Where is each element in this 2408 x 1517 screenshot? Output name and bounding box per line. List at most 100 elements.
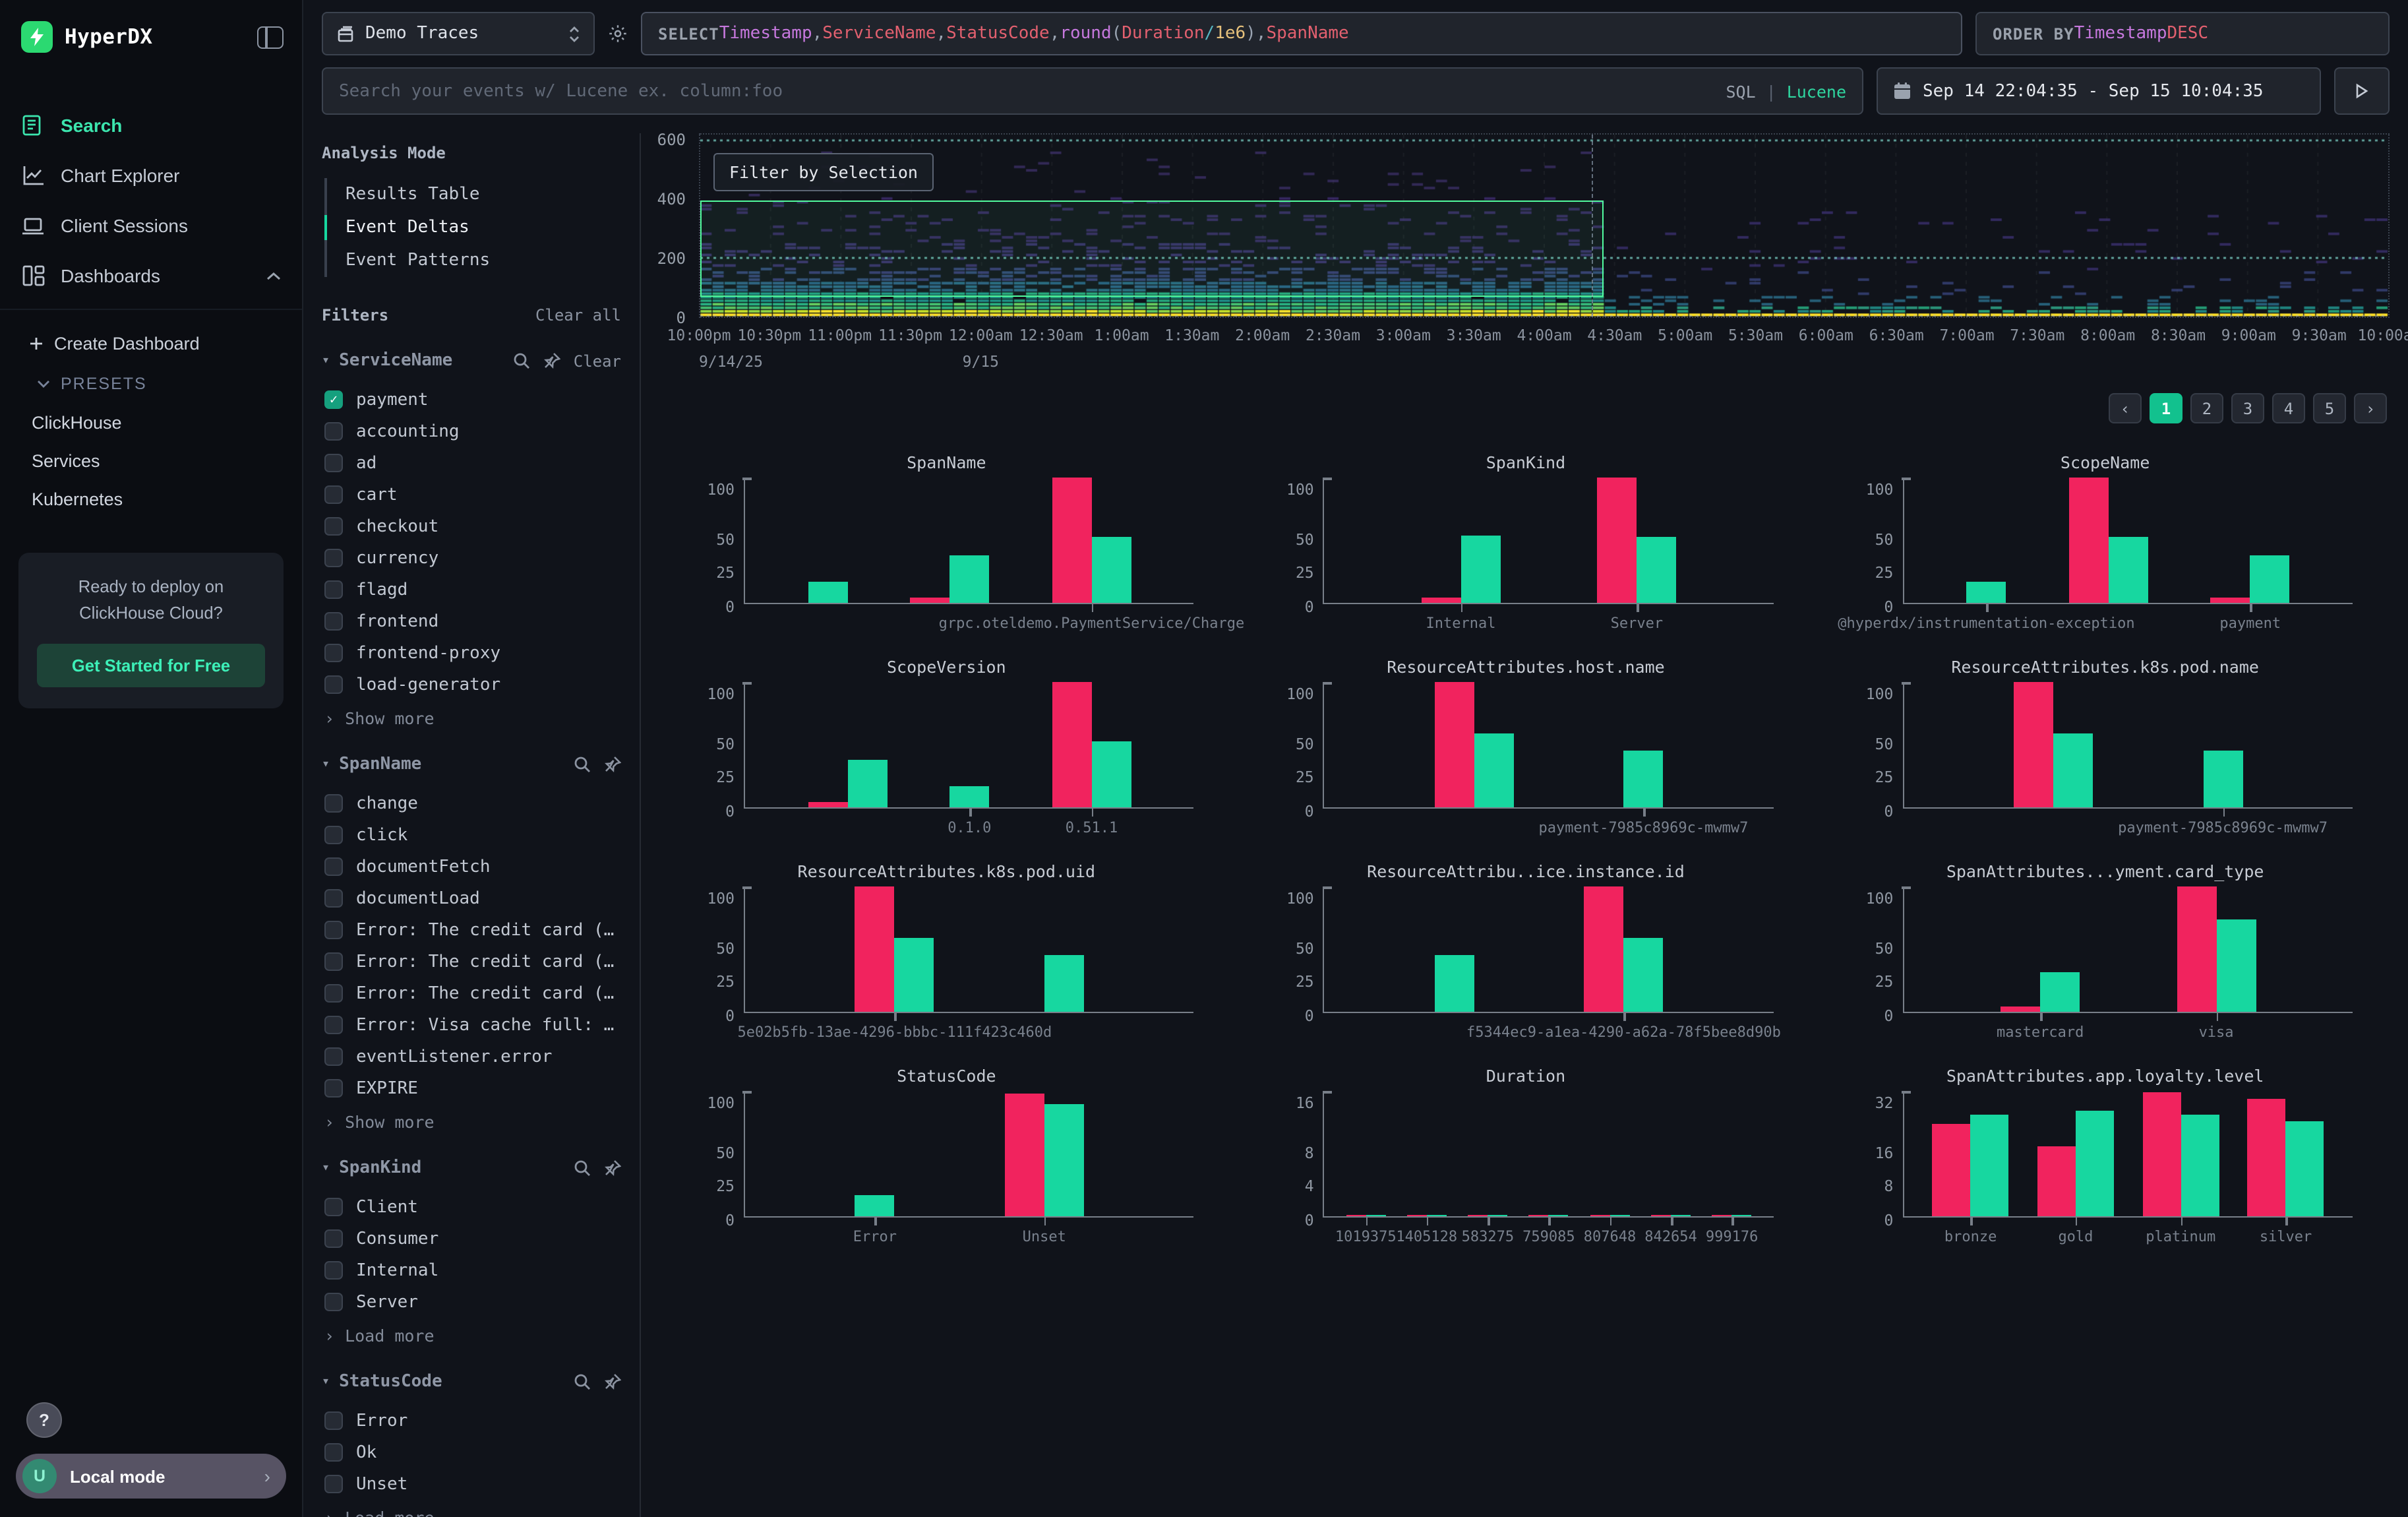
checkbox[interactable] xyxy=(324,984,343,1003)
filter-checkbox-documentfetch[interactable]: documentFetch xyxy=(322,851,621,882)
filter-checkbox-flagd[interactable]: flagd xyxy=(322,574,621,605)
date-range-picker[interactable]: Sep 14 22:04:35 - Sep 15 10:04:35 xyxy=(1877,67,2321,115)
checkbox[interactable] xyxy=(324,826,343,844)
pin-icon[interactable] xyxy=(604,756,621,773)
checkbox[interactable] xyxy=(324,952,343,971)
checkbox[interactable] xyxy=(324,422,343,441)
checkbox[interactable] xyxy=(324,454,343,472)
sidebar-item-search[interactable]: Search xyxy=(0,100,302,150)
filter-checkbox-client[interactable]: Client xyxy=(322,1191,621,1223)
checkbox[interactable] xyxy=(324,1443,343,1462)
chevron-down-icon[interactable]: ▾ xyxy=(322,1161,330,1175)
page-5-button[interactable]: 5 xyxy=(2313,393,2346,423)
filter-checkbox-ad[interactable]: ad xyxy=(322,447,621,479)
filter-checkbox-error-visa-cache-full-[interactable]: Error: Visa cache full: … xyxy=(322,1009,621,1041)
checkbox[interactable] xyxy=(324,1079,343,1098)
filter-checkbox-documentload[interactable]: documentLoad xyxy=(322,882,621,914)
heatmap-canvas[interactable] xyxy=(700,135,2388,317)
search-input[interactable] xyxy=(339,81,1726,101)
checkbox[interactable] xyxy=(324,857,343,876)
checkbox[interactable] xyxy=(324,921,343,939)
sidebar-item-clickhouse[interactable]: ClickHouse xyxy=(0,404,302,442)
orderby-clause-input[interactable]: ORDER BY Timestamp DESC xyxy=(1975,12,2390,55)
filter-checkbox-cart[interactable]: cart xyxy=(322,479,621,511)
checkbox-checked[interactable]: ✓ xyxy=(324,390,343,409)
filter-checkbox-error-the-credit-card-[interactable]: Error: The credit card (… xyxy=(322,977,621,1009)
filter-checkbox-internal[interactable]: Internal xyxy=(322,1254,621,1286)
checkbox[interactable] xyxy=(324,794,343,813)
checkbox[interactable] xyxy=(324,1229,343,1248)
checkbox[interactable] xyxy=(324,1411,343,1430)
page-3-button[interactable]: 3 xyxy=(2231,393,2264,423)
checkbox[interactable] xyxy=(324,1198,343,1216)
sql-toggle[interactable]: SQL xyxy=(1726,81,1755,101)
filter-checkbox-payment[interactable]: ✓payment xyxy=(322,384,621,416)
checkbox[interactable] xyxy=(324,1475,343,1493)
filter-checkbox-accounting[interactable]: accounting xyxy=(322,416,621,447)
clear-filter-button[interactable]: Clear xyxy=(574,352,621,370)
sidebar-collapse-icon[interactable] xyxy=(257,26,284,48)
pin-icon[interactable] xyxy=(543,352,560,369)
filter-checkbox-ok[interactable]: Ok xyxy=(322,1437,621,1468)
help-button[interactable]: ? xyxy=(26,1402,62,1438)
tab-event-deltas[interactable]: Event Deltas xyxy=(327,211,621,244)
checkbox[interactable] xyxy=(324,517,343,536)
filter-show-more-button[interactable]: ›Show more xyxy=(322,700,621,728)
search-icon[interactable] xyxy=(574,756,591,773)
get-started-button[interactable]: Get Started for Free xyxy=(37,643,265,687)
sidebar-item-client-sessions[interactable]: Client Sessions xyxy=(0,201,302,251)
filter-checkbox-frontend-proxy[interactable]: frontend-proxy xyxy=(322,637,621,669)
filter-checkbox-load-generator[interactable]: load-generator xyxy=(322,669,621,700)
pin-icon[interactable] xyxy=(604,1160,621,1177)
filter-checkbox-change[interactable]: change xyxy=(322,788,621,819)
source-select[interactable]: Demo Traces xyxy=(322,12,595,55)
filter-checkbox-server[interactable]: Server xyxy=(322,1286,621,1318)
page-4-button[interactable]: 4 xyxy=(2272,393,2305,423)
filter-checkbox-currency[interactable]: currency xyxy=(322,542,621,574)
checkbox[interactable] xyxy=(324,612,343,631)
checkbox[interactable] xyxy=(324,1016,343,1034)
checkbox[interactable] xyxy=(324,549,343,567)
chevron-down-icon[interactable]: ▾ xyxy=(322,1375,330,1389)
filter-checkbox-frontend[interactable]: frontend xyxy=(322,605,621,637)
filter-load-more-button[interactable]: ›Load more xyxy=(322,1500,621,1517)
clear-all-filters-button[interactable]: Clear all xyxy=(535,306,621,325)
checkbox[interactable] xyxy=(324,1047,343,1066)
checkbox[interactable] xyxy=(324,675,343,694)
gear-icon[interactable] xyxy=(608,24,628,44)
page-prev-button[interactable]: ‹ xyxy=(2109,393,2142,423)
tab-results-table[interactable]: Results Table xyxy=(327,178,621,211)
sidebar-item-services[interactable]: Services xyxy=(0,442,302,480)
filter-show-more-button[interactable]: ›Show more xyxy=(322,1104,621,1132)
filter-checkbox-error-the-credit-card-[interactable]: Error: The credit card (… xyxy=(322,946,621,977)
checkbox[interactable] xyxy=(324,644,343,662)
filter-checkbox-unset[interactable]: Unset xyxy=(322,1468,621,1500)
page-1-button[interactable]: 1 xyxy=(2150,393,2182,423)
checkbox[interactable] xyxy=(324,889,343,908)
presets-toggle[interactable]: PRESETS xyxy=(0,364,302,404)
pin-icon[interactable] xyxy=(604,1373,621,1390)
checkbox[interactable] xyxy=(324,1293,343,1311)
lucene-toggle[interactable]: Lucene xyxy=(1787,81,1846,101)
search-icon[interactable] xyxy=(574,1160,591,1177)
checkbox[interactable] xyxy=(324,580,343,599)
sidebar-item-kubernetes[interactable]: Kubernetes xyxy=(0,480,302,518)
filter-checkbox-error[interactable]: Error xyxy=(322,1405,621,1437)
page-next-button[interactable]: › xyxy=(2354,393,2387,423)
chevron-down-icon[interactable]: ▾ xyxy=(322,757,330,772)
filter-checkbox-consumer[interactable]: Consumer xyxy=(322,1223,621,1254)
filter-load-more-button[interactable]: ›Load more xyxy=(322,1318,621,1346)
filter-checkbox-eventlistener-error[interactable]: eventListener.error xyxy=(322,1041,621,1072)
filter-checkbox-checkout[interactable]: checkout xyxy=(322,511,621,542)
sidebar-item-chart-explorer[interactable]: Chart Explorer xyxy=(0,150,302,201)
filter-checkbox-expire[interactable]: EXPIRE xyxy=(322,1072,621,1104)
checkbox[interactable] xyxy=(324,1261,343,1280)
filter-by-selection-button[interactable]: Filter by Selection xyxy=(713,153,934,191)
account-menu[interactable]: U Local mode › xyxy=(16,1454,286,1499)
filter-checkbox-click[interactable]: click xyxy=(322,819,621,851)
search-icon[interactable] xyxy=(513,352,530,369)
checkbox[interactable] xyxy=(324,485,343,504)
sidebar-item-dashboards[interactable]: Dashboards xyxy=(0,251,302,301)
run-query-button[interactable] xyxy=(2334,67,2390,115)
chevron-down-icon[interactable]: ▾ xyxy=(322,354,330,368)
